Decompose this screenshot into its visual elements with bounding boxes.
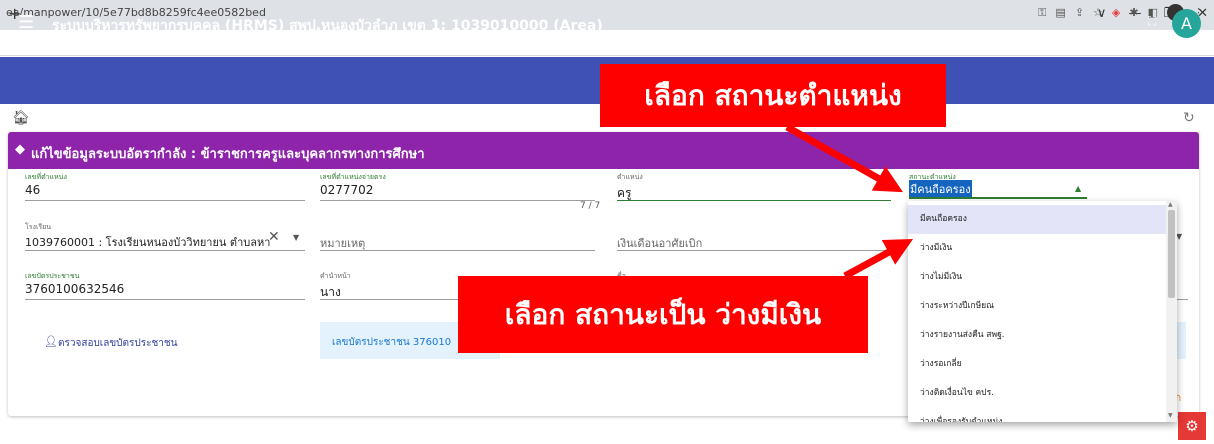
puzzle-icon[interactable]: ✱ xyxy=(1129,6,1138,19)
school-label: โรงเรียน xyxy=(25,223,51,231)
dropdown-scrollbar[interactable]: ▲ ▼ xyxy=(1166,201,1177,422)
fullscreen-icon[interactable]: ⛶ xyxy=(1148,14,1156,29)
annotation-callout-top: เลือก สถานะตำแหน่ง xyxy=(600,64,946,127)
settings-gear-icon[interactable]: ⚙ xyxy=(1178,412,1206,440)
char-counter: 7 / 7 xyxy=(580,201,601,211)
position-label: ตำแหน่ง xyxy=(617,173,643,181)
remark-underline xyxy=(320,250,595,251)
salary-underline xyxy=(617,250,891,251)
verify-citizen-id-button[interactable]: ตรวจสอบเลขบัตรประชาชน xyxy=(58,336,178,351)
dropdown-option[interactable]: ว่างไม่มีเงิน xyxy=(908,263,1166,292)
home-icon[interactable]: 🏠︎ xyxy=(12,110,30,126)
dropdown-option[interactable]: ว่างรอเกลี่ย xyxy=(908,350,1166,379)
user-avatar[interactable]: A xyxy=(1172,9,1201,38)
share-icon[interactable]: ⇪ xyxy=(1075,6,1084,19)
pay-position-no-field[interactable]: 0277702 xyxy=(320,183,373,197)
clear-icon[interactable]: ✕ xyxy=(268,229,280,245)
citizen-id-label: เลขบัตรประชาชน xyxy=(25,272,80,280)
scroll-down-icon[interactable]: ▼ xyxy=(1168,412,1173,419)
translate-icon[interactable]: ▤ xyxy=(1055,6,1065,19)
prefix-label: คำนำหน้า xyxy=(320,272,351,280)
position-status-select[interactable]: มีคนถือครอง xyxy=(909,180,972,198)
refresh-icon[interactable]: ↻ xyxy=(1183,110,1195,126)
tag-icon: ◆ xyxy=(15,142,25,157)
scrollbar-thumb[interactable] xyxy=(1168,210,1175,298)
school-select[interactable]: 1039760001 : โรงเรียนหนองบัววิทยายน ตำบล… xyxy=(25,233,270,251)
position-no-underline xyxy=(25,200,305,201)
menu-icon[interactable]: ☰ xyxy=(18,12,34,33)
key-icon[interactable]: ⚿ xyxy=(1038,6,1046,20)
position-no-field[interactable]: 46 xyxy=(25,183,40,197)
pay-position-no-label: เลขที่ตำแหน่งจ่ายตรง xyxy=(320,173,386,181)
card-title: แก้ไขข้อมูลระบบอัตรากำลัง : ข้าราชการครู… xyxy=(31,147,425,162)
annotation-callout-bottom: เลือก สถานะเป็น ว่างมีเงิน xyxy=(458,276,868,353)
position-status-underline xyxy=(909,197,1087,199)
citizen-id-field[interactable]: 3760100632546 xyxy=(25,282,124,296)
dropdown-option[interactable]: ว่างมีเงิน xyxy=(908,234,1166,263)
school-underline xyxy=(25,250,305,251)
dropdown-option[interactable]: ว่างระหว่างปีเกษียณ xyxy=(908,292,1166,321)
citizen-id-underline xyxy=(25,299,305,300)
dropdown-option[interactable]: มีคนถือครอง xyxy=(908,205,1166,234)
prefix-underline xyxy=(320,299,460,300)
star-icon[interactable]: ☆ xyxy=(1093,6,1103,19)
status-dropdown-menu: มีคนถือครอง ว่างมีเงิน ว่างไม่มีเงิน ว่างระ… xyxy=(908,201,1177,422)
info-alert-text: เลขบัตรประชาชน 376010 xyxy=(332,337,452,348)
extension-red-icon[interactable]: ◈ xyxy=(1112,6,1120,19)
dropdown-option[interactable]: ว่างเพื่อรองรับตำแหน่ง xyxy=(908,408,1166,422)
dropdown-option[interactable]: ว่างรายงานส่งคืน สพฐ. xyxy=(908,321,1166,350)
app-title: ระบบบริหารทรัพยากรบุคคล (HRMS) สพป.หนองบ… xyxy=(52,18,603,34)
chevron-down-icon[interactable]: ▼ xyxy=(293,233,299,242)
scroll-up-icon[interactable]: ▲ xyxy=(1168,201,1173,208)
status-caret-up-icon[interactable]: ▲ xyxy=(1075,184,1081,193)
person-check-icon[interactable]: 👤︎ xyxy=(44,335,58,348)
position-underline xyxy=(617,200,891,201)
dropdown-option[interactable]: ว่างติดเงื่อนไข คปร. xyxy=(908,379,1166,408)
position-no-label: เลขที่ตำแหน่ง xyxy=(25,173,67,181)
pay-position-no-underline xyxy=(320,200,595,201)
